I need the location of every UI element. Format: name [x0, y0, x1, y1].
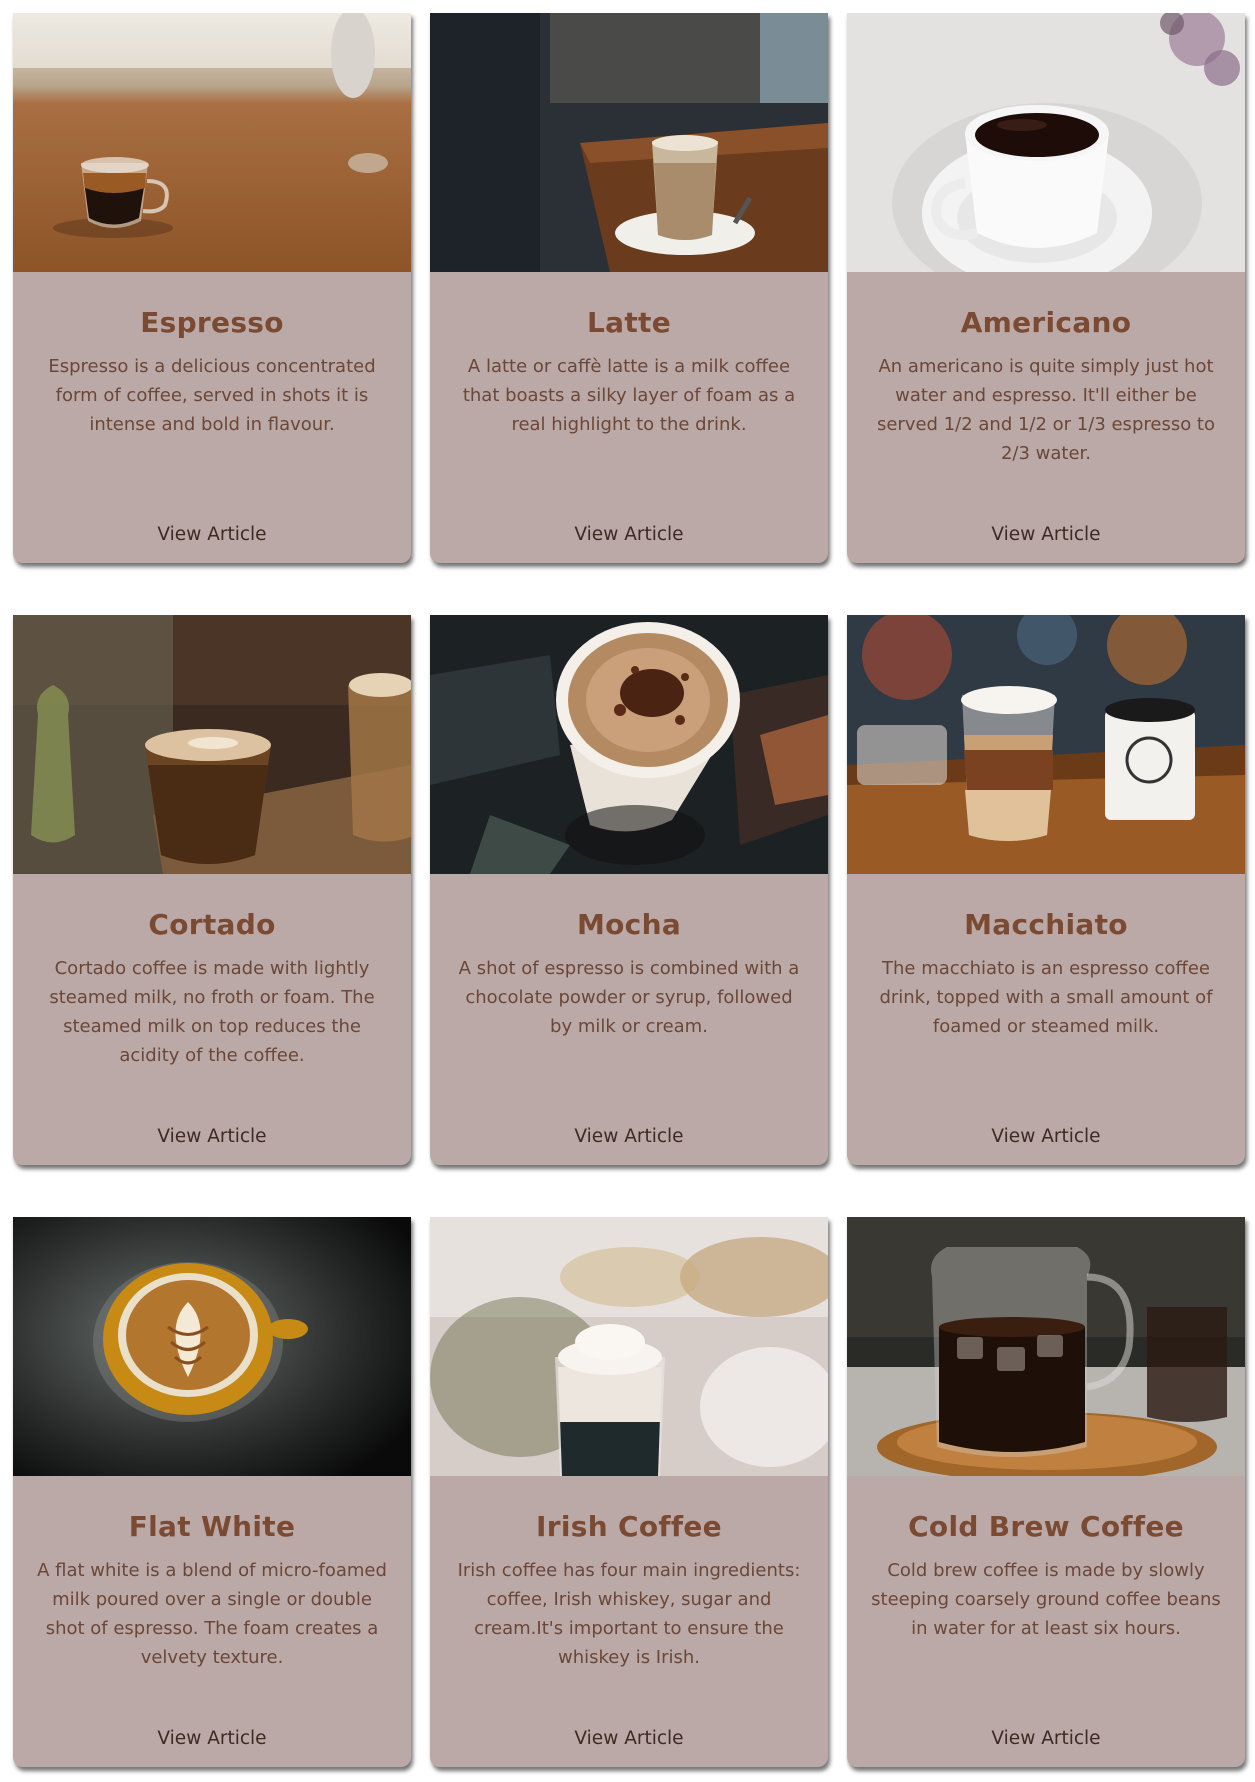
espresso-image	[13, 13, 411, 272]
card-description: An americano is quite simply just hot wa…	[876, 356, 1216, 464]
coffee-card-irish-coffee: Irish Coffee Irish coffee has four main …	[430, 1217, 828, 1767]
coffee-card-flat-white: Flat White A flat white is a blend of mi…	[13, 1217, 411, 1767]
coffee-card-latte: Latte A latte or caffè latte is a milk c…	[430, 13, 828, 563]
view-article-link[interactable]: View Article	[991, 524, 1100, 545]
coffee-card-americano: Americano An americano is quite simply j…	[847, 13, 1245, 563]
card-description: A latte or caffè latte is a milk coffee …	[462, 356, 796, 435]
card-title: Cold Brew Coffee	[908, 1510, 1184, 1543]
card-title: Americano	[960, 306, 1132, 339]
view-article-link[interactable]: View Article	[157, 1126, 266, 1147]
card-description: A flat white is a blend of micro-foamed …	[37, 1560, 387, 1668]
card-title: Espresso	[140, 306, 284, 339]
card-description: A shot of espresso is combined with a ch…	[458, 958, 800, 1037]
cortado-image	[13, 615, 411, 874]
mocha-image	[430, 615, 828, 874]
coffee-card-mocha: Mocha A shot of espresso is combined wit…	[430, 615, 828, 1165]
view-article-link[interactable]: View Article	[157, 1728, 266, 1749]
macchiato-image	[847, 615, 1245, 874]
view-article-link[interactable]: View Article	[991, 1728, 1100, 1749]
card-description: Cortado coffee is made with lightly stea…	[49, 958, 375, 1066]
americano-image	[847, 13, 1245, 272]
coffee-card-cortado: Cortado Cortado coffee is made with ligh…	[13, 615, 411, 1165]
flat-white-image	[13, 1217, 411, 1476]
card-description: Cold brew coffee is made by slowly steep…	[871, 1560, 1221, 1639]
card-title: Flat White	[128, 1510, 296, 1543]
latte-image	[430, 13, 828, 272]
coffee-card-macchiato: Macchiato The macchiato is an espresso c…	[847, 615, 1245, 1165]
view-article-link[interactable]: View Article	[991, 1126, 1100, 1147]
card-description: Irish coffee has four main ingredients: …	[457, 1560, 801, 1668]
card-title: Macchiato	[964, 908, 1128, 941]
irish-coffee-image	[430, 1217, 828, 1476]
cold-brew-image	[847, 1217, 1245, 1476]
card-description: Espresso is a delicious concentrated for…	[48, 356, 376, 435]
card-title: Mocha	[576, 908, 682, 941]
card-title: Cortado	[148, 908, 276, 941]
view-article-link[interactable]: View Article	[574, 1728, 683, 1749]
view-article-link[interactable]: View Article	[574, 1126, 683, 1147]
card-title: Latte	[587, 306, 671, 339]
coffee-card-espresso: Espresso Espresso is a delicious concent…	[13, 13, 411, 563]
card-title: Irish Coffee	[536, 1510, 722, 1543]
card-description: The macchiato is an espresso coffee drin…	[879, 958, 1213, 1037]
view-article-link[interactable]: View Article	[157, 524, 266, 545]
view-article-link[interactable]: View Article	[574, 524, 683, 545]
coffee-card-grid: Espresso Espresso is a delicious concent…	[13, 13, 1245, 1767]
coffee-card-cold-brew: Cold Brew Coffee Cold brew coffee is mad…	[847, 1217, 1245, 1767]
